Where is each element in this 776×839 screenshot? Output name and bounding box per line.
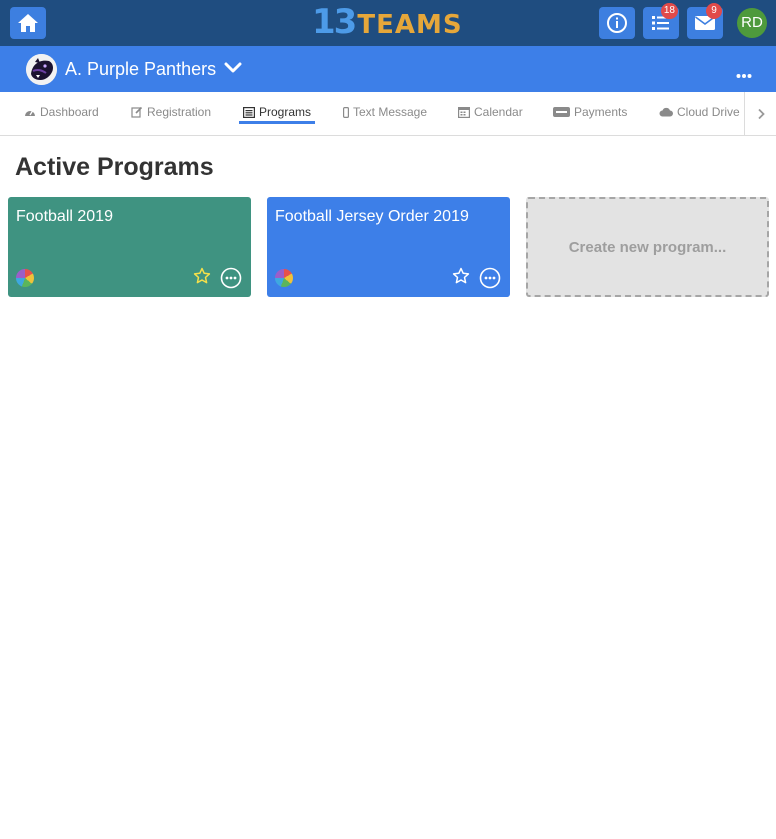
program-title: Football Jersey Order 2019: [275, 208, 469, 225]
favorite-button[interactable]: [452, 267, 470, 290]
chevron-right-icon: [757, 108, 765, 119]
tab-label: Dashboard: [40, 105, 99, 119]
color-picker-icon[interactable]: [16, 269, 34, 287]
program-menu-button[interactable]: [220, 267, 242, 294]
tab-label: Calendar: [474, 105, 523, 119]
tabs-scroll-right-button[interactable]: [744, 92, 776, 135]
tab-label: Registration: [147, 105, 212, 119]
tab-label: Text Message: [353, 105, 428, 119]
list-alt-icon: [243, 106, 255, 118]
favorite-button[interactable]: [193, 267, 211, 290]
logo-number: 13: [312, 2, 357, 42]
tab-programs[interactable]: Programs: [243, 105, 311, 119]
info-icon: [607, 13, 627, 33]
ellipsis-icon: [736, 74, 752, 78]
edit-icon: [131, 106, 143, 118]
page-title: Active Programs: [15, 153, 214, 181]
home-button[interactable]: [10, 7, 46, 39]
program-card[interactable]: Football Jersey Order 2019: [267, 197, 510, 297]
app-logo[interactable]: 13 TEAMS: [312, 4, 463, 40]
cloud-icon: [659, 107, 673, 117]
team-logo: [26, 54, 57, 85]
tasks-button[interactable]: 18: [643, 3, 679, 39]
stripe-icon: [553, 107, 570, 117]
tab-dashboard[interactable]: Dashboard: [24, 105, 99, 119]
ellipsis-circle-icon: [220, 267, 242, 289]
logo-word: TEAMS: [357, 10, 463, 40]
program-title: Football 2019: [16, 208, 113, 225]
tab-label: Cloud Drive: [677, 105, 740, 119]
mail-badge: 9: [706, 3, 722, 19]
user-avatar[interactable]: RD: [737, 8, 767, 38]
calendar-icon: [458, 106, 470, 118]
tab-text-message[interactable]: Text Message: [343, 105, 427, 119]
star-icon: [193, 267, 211, 284]
tab-calendar[interactable]: Calendar: [458, 105, 523, 119]
nav-tabs: Dashboard Registration Programs Text Mes…: [0, 92, 776, 136]
tab-payments[interactable]: Payments: [553, 105, 627, 119]
team-name[interactable]: A. Purple Panthers: [65, 59, 216, 80]
tab-label: Payments: [574, 105, 628, 119]
ellipsis-circle-icon: [479, 267, 501, 289]
star-icon: [452, 267, 470, 284]
tab-label: Programs: [259, 105, 312, 119]
program-menu-button[interactable]: [479, 267, 501, 294]
dashboard-icon: [24, 107, 36, 118]
tab-cloud-drive[interactable]: Cloud Drive: [659, 105, 740, 119]
active-tab-indicator: [239, 121, 315, 124]
program-card[interactable]: Football 2019: [8, 197, 251, 297]
team-bar: A. Purple Panthers: [0, 46, 776, 92]
top-bar: 13 TEAMS 18 9 RD: [0, 0, 776, 46]
team-menu-button[interactable]: [736, 66, 752, 84]
chevron-down-icon: [224, 62, 242, 73]
mail-button[interactable]: 9: [687, 3, 723, 39]
tab-registration[interactable]: Registration: [131, 105, 211, 119]
home-icon: [18, 14, 38, 32]
tasks-badge: 18: [660, 3, 678, 19]
color-picker-icon[interactable]: [275, 269, 293, 287]
info-button[interactable]: [599, 7, 635, 39]
create-program-button[interactable]: Create new program...: [526, 197, 769, 297]
mobile-icon: [343, 106, 349, 118]
panther-icon: [26, 54, 57, 85]
team-switch-button[interactable]: [224, 59, 242, 82]
